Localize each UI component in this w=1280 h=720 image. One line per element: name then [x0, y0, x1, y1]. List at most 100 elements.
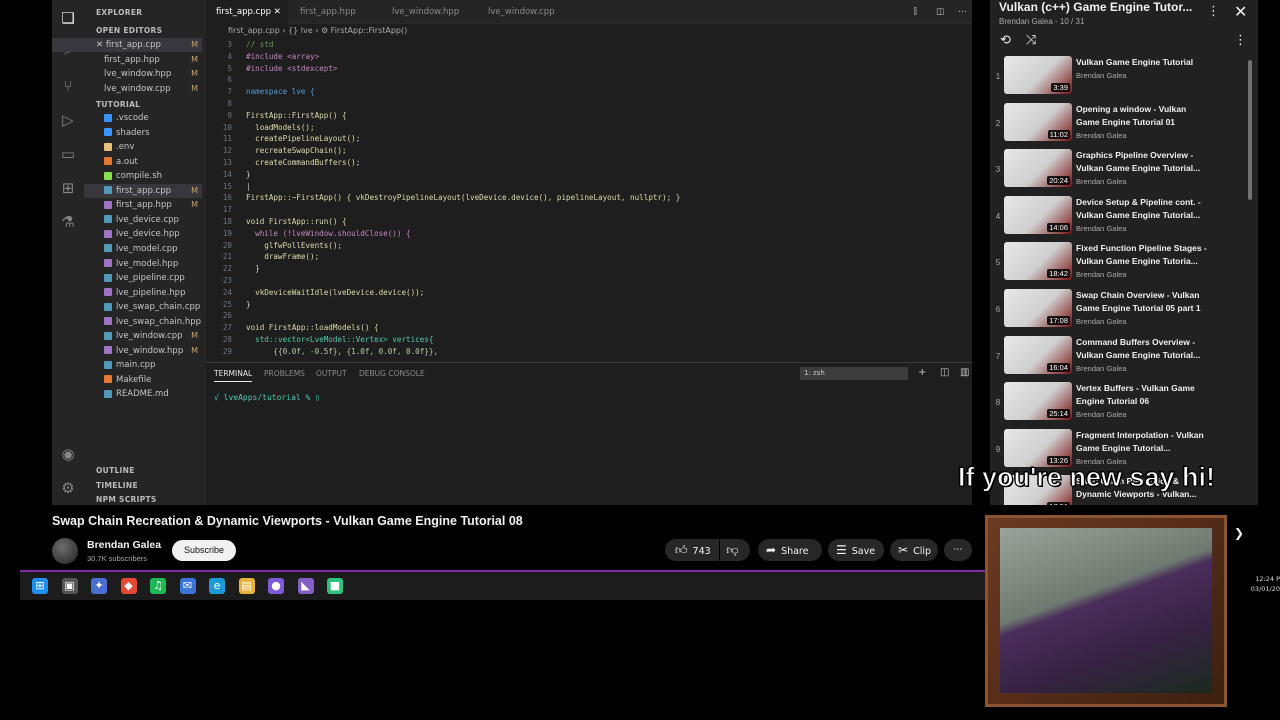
code-line[interactable]: // std [246, 40, 273, 49]
save-button[interactable]: ☰ Save [828, 539, 884, 561]
more-actions-button[interactable]: ⋯ [944, 539, 972, 561]
split-terminal-icon[interactable]: ◫ [940, 367, 949, 378]
file-tree-item[interactable]: .env [84, 140, 202, 154]
code-line[interactable]: vkDeviceWaitIdle(lveDevice.device()); [246, 288, 424, 297]
video-thumbnail[interactable]: 14:06 [1004, 195, 1072, 234]
code-line[interactable]: glfwPollEvents(); [246, 241, 342, 250]
file-tree-item[interactable]: lve_swap_chain.cpp [84, 300, 202, 314]
tab-output[interactable]: OUTPUT [316, 369, 347, 378]
playlist-item[interactable]: 7 16:04 Command Buffers Overview - Vulkan … [990, 335, 1250, 382]
open-editors-header[interactable]: OPEN EDITORS [96, 26, 162, 35]
code-line[interactable]: FirstApp::FirstApp() { [246, 111, 347, 120]
like-button[interactable]: 👍︎ 743 [665, 539, 719, 561]
file-tree-item[interactable]: a.out [84, 155, 202, 169]
code-line[interactable]: drawFrame(); [246, 252, 319, 261]
add-terminal-icon[interactable]: + [918, 367, 926, 378]
code-line[interactable]: } [246, 170, 251, 179]
close-icon[interactable]: ✕ [96, 40, 106, 50]
tab-terminal[interactable]: TERMINAL [214, 369, 253, 382]
video-player[interactable]: ❏⌕⑂▷▭⊞⚗◉⚙ EXPLORER OPEN EDITORS ✕ first_… [52, 0, 972, 505]
playlist-item[interactable]: 5 18:42 Fixed Function Pipeline Stages - V… [990, 242, 1250, 288]
video-thumbnail[interactable]: 16:04 [1004, 335, 1072, 374]
video-thumbnail[interactable]: 11:02 [1004, 102, 1072, 141]
file-tree-item[interactable]: compile.sh [84, 169, 202, 183]
code-line[interactable]: recreateSwapChain(); [246, 146, 346, 155]
shuffle-icon[interactable]: ⤨ [1026, 33, 1036, 48]
video-thumbnail[interactable]: 18:42 [1004, 242, 1072, 281]
split-editor-icon[interactable]: ◫ [926, 0, 944, 24]
edge-icon[interactable]: e [209, 578, 225, 594]
chevron-right-icon[interactable]: ❯ [1234, 526, 1244, 540]
trash-icon[interactable]: ▥ [960, 367, 969, 378]
file-tree-item[interactable]: lve_model.cpp [84, 242, 202, 256]
playlist-video-title[interactable]: Graphics Pipeline Overview - Vulkan Game… [1076, 149, 1210, 175]
account-icon[interactable]: ◉ [58, 444, 78, 464]
playlist-item[interactable]: 3 20:24 Graphics Pipeline Overview - Vulka… [990, 149, 1250, 195]
code-line[interactable]: createCommandBuffers(); [246, 158, 360, 167]
code-line[interactable]: void FirstApp::loadModels() { [246, 323, 379, 332]
more-vert-icon[interactable]: ⋮ [1234, 33, 1247, 48]
app-icon[interactable]: ◆ [120, 578, 137, 594]
code-line[interactable]: } [246, 264, 260, 273]
terminal-select[interactable]: 1: zsh [800, 367, 908, 380]
file-explorer-icon[interactable]: ▤ [238, 578, 255, 594]
code-line[interactable]: #include <array> [246, 52, 319, 61]
playlist-item[interactable]: 2 11:02 Opening a window - Vulkan Game Eng… [990, 102, 1250, 149]
system-clock[interactable]: 12:24 P 03/01/20 [1240, 574, 1280, 594]
file-tree-item[interactable]: lve_device.cpp [84, 213, 202, 227]
editor-tab[interactable]: first_app.hpp [290, 0, 380, 24]
clip-button[interactable]: ✂ Clip [890, 539, 938, 561]
open-editor-item[interactable]: ✕ first_app.cpp M [52, 38, 202, 52]
file-tree-item[interactable]: lve_pipeline.cpp [84, 271, 202, 285]
open-editor-item[interactable]: first_app.hpp M [52, 53, 202, 67]
close-icon[interactable]: ✕ [1234, 2, 1247, 21]
extensions-icon[interactable]: ⊞ [58, 178, 78, 198]
app-icon[interactable]: ■ [327, 578, 343, 594]
code-line[interactable]: | [246, 182, 251, 191]
code-line[interactable]: while (!lveWindow.shouldClose()) { [246, 229, 410, 238]
video-thumbnail[interactable]: 25:14 [1004, 382, 1072, 421]
remote-explorer-icon[interactable]: ▭ [58, 144, 78, 164]
file-tree-item[interactable]: lve_pipeline.hpp [84, 286, 202, 300]
playlist-scrollbar[interactable] [1248, 60, 1252, 200]
settings-icon[interactable]: ⚙ [58, 478, 78, 498]
share-button[interactable]: ➦ Share [758, 539, 822, 561]
file-tree-item[interactable]: lve_swap_chain.hpp [84, 315, 202, 329]
code-editor[interactable]: 3 // std 4 #include <array> 5 #include <stdex… [206, 38, 972, 358]
editor-tab[interactable]: lve_window.cpp [478, 0, 568, 24]
file-tree-item[interactable]: lve_device.hpp [84, 227, 202, 241]
npm-scripts-section[interactable]: NPM SCRIPTS [96, 495, 157, 504]
file-tree-item[interactable]: README.md [84, 387, 202, 401]
video-thumbnail[interactable]: 20:24 [1004, 149, 1072, 188]
code-line[interactable]: loadModels(); [246, 123, 314, 132]
more-vert-icon[interactable]: ⋮ [1207, 4, 1220, 19]
playlist-item[interactable]: 6 17:08 Swap Chain Overview - Vulkan Game … [990, 289, 1250, 335]
outline-section[interactable]: OUTLINE [96, 466, 135, 475]
code-line[interactable]: createPipelineLayout(); [246, 134, 360, 143]
editor-tab[interactable]: lve_window.hpp [382, 0, 472, 24]
app-icon[interactable]: ✦ [91, 578, 107, 594]
windows-start-icon[interactable]: ⊞ [32, 578, 48, 594]
spotify-icon[interactable]: ♫ [150, 578, 166, 594]
file-tree-item[interactable]: lve_window.hpp M [84, 344, 202, 358]
playlist-video-title[interactable]: Swap Chain Overview - Vulkan Game Engine… [1076, 289, 1210, 315]
file-tree-item[interactable]: lve_window.cpp M [84, 329, 202, 343]
code-line[interactable]: std::vector<LveModel::Vertex> vertices{ [246, 335, 433, 344]
file-tree-item[interactable]: first_app.cpp M [84, 183, 202, 198]
playlist-video-title[interactable]: Vulkan Game Engine Tutorial [1076, 56, 1210, 69]
task-view-icon[interactable]: ▣ [61, 578, 78, 594]
playlist-item[interactable]: 4 14:06 Device Setup & Pipeline cont. - Vu… [990, 195, 1250, 242]
visual-studio-icon[interactable]: ◣ [297, 578, 314, 594]
file-tree-item[interactable]: shaders [84, 126, 202, 140]
open-editor-item[interactable]: lve_window.hpp M [52, 67, 202, 81]
playlist-video-title[interactable]: Fixed Function Pipeline Stages - Vulkan … [1076, 242, 1210, 268]
subscribe-button[interactable]: Subscribe [172, 540, 236, 561]
channel-name[interactable]: Brendan Galea [87, 539, 161, 551]
file-tree-item[interactable]: lve_model.hpp [84, 257, 202, 271]
playlist-video-title[interactable]: Opening a window - Vulkan Game Engine Tu… [1076, 103, 1210, 129]
file-tree-item[interactable]: first_app.hpp M [84, 198, 202, 212]
folder-header[interactable]: TUTORIAL [96, 100, 140, 109]
channel-avatar[interactable] [52, 538, 78, 564]
video-thumbnail[interactable]: 17:08 [1004, 289, 1072, 327]
app-icon[interactable]: ● [268, 578, 284, 594]
